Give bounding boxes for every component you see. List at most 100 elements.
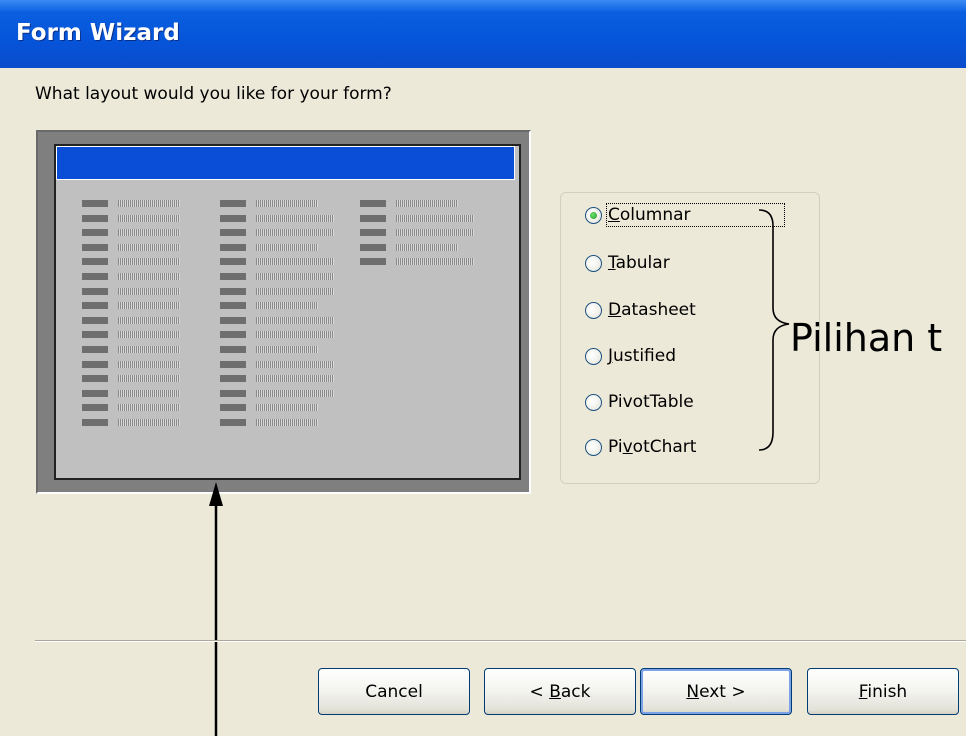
preview-field-label [360,258,386,266]
preview-field-label [360,200,386,207]
layout-question: What layout would you like for your form… [35,84,392,104]
preview-field-value [118,360,180,368]
preview-field-value [118,243,180,251]
preview-field-value [256,229,334,237]
annotation-label: Pilihan t [790,316,943,360]
cancel-button-label: Cancel [365,681,423,702]
preview-field-value [118,346,180,353]
back-button[interactable]: < Back [484,668,636,715]
preview-field-label [82,302,108,310]
preview-field-label [82,404,108,412]
preview-field-value [118,316,180,324]
preview-field-value [256,200,318,207]
radio-selected-icon[interactable] [585,206,602,224]
option-tabular[interactable]: Tabular [585,249,670,277]
preview-field-label [82,316,108,324]
preview-field-value [396,214,474,222]
preview-field-value [118,229,180,237]
preview-field-label [360,214,386,222]
option-label-tabular: Tabular [608,253,670,273]
preview-field-label [82,375,108,383]
preview-field-label [220,419,246,426]
preview-field-value [256,360,334,368]
preview-field-label [82,273,108,280]
preview-field-label [82,419,108,426]
preview-field-value [118,273,180,280]
finish-button[interactable]: Finish [807,668,959,715]
arrow-up-icon [209,482,223,736]
option-columnar[interactable]: Columnar [585,201,785,229]
preview-field-label [220,316,246,324]
preview-form-header [56,146,515,180]
preview-field-label [82,287,108,295]
preview-field-value [118,389,180,397]
preview-field-value [118,419,180,426]
cancel-button[interactable]: Cancel [318,668,470,715]
preview-field-value [256,404,318,412]
preview-field-label [82,258,108,266]
preview-field-label [82,200,108,207]
preview-field-value [396,200,458,207]
preview-field-value [118,214,180,222]
back-button-label: < Back [529,681,591,702]
preview-field-label [220,302,246,310]
radio-icon[interactable] [585,254,602,272]
preview-field-label [360,229,386,237]
preview-field-label [220,375,246,383]
preview-field-value [396,243,458,251]
preview-field-label [82,214,108,222]
preview-field-label [82,229,108,237]
window-title: Form Wizard [16,20,180,46]
radio-icon[interactable] [585,393,602,411]
radio-icon[interactable] [585,347,602,365]
layout-preview [54,144,521,480]
preview-field-value [256,243,318,251]
preview-field-value [256,302,318,310]
preview-field-label [220,258,246,266]
preview-field-label [220,346,246,353]
preview-field-label [360,243,386,251]
preview-field-value [118,287,180,295]
preview-field-value [256,375,334,383]
preview-field-label [220,331,246,339]
preview-field-value [118,302,180,310]
preview-field-label [220,273,246,280]
preview-field-label [82,360,108,368]
preview-field-label [220,389,246,397]
option-pivotchart[interactable]: PivotChart [585,433,696,461]
preview-field-value [118,331,180,339]
option-justified[interactable]: Justified [585,342,676,370]
curly-brace-icon [758,209,790,451]
preview-field-value [256,346,318,353]
preview-field-value [256,419,318,426]
preview-field-value [256,273,334,280]
preview-field-value [118,375,180,383]
next-button[interactable]: Next > [640,668,792,715]
preview-field-label [82,243,108,251]
option-datasheet[interactable]: Datasheet [585,296,696,324]
preview-field-value [256,316,334,324]
preview-field-value [256,287,334,295]
preview-field-value [396,229,474,237]
option-pivottable[interactable]: PivotTable [585,388,694,416]
title-bar[interactable]: Form Wizard [0,0,966,68]
preview-field-label [82,389,108,397]
preview-field-label [82,346,108,353]
preview-field-value [256,258,334,266]
radio-icon[interactable] [585,438,602,456]
preview-field-value [256,331,334,339]
preview-field-label [220,243,246,251]
preview-field-value [118,200,180,207]
preview-field-value [256,214,334,222]
option-label-pivotchart: PivotChart [608,437,697,457]
next-button-label: Next > [686,681,746,702]
preview-field-label [220,404,246,412]
option-label-justified: Justified [608,346,676,366]
preview-field-label [82,331,108,339]
option-label-pivottable: PivotTable [608,392,694,412]
preview-field-label [220,229,246,237]
preview-field-label [220,360,246,368]
radio-icon[interactable] [585,301,602,319]
button-separator [35,640,966,642]
finish-button-label: Finish [858,681,908,702]
